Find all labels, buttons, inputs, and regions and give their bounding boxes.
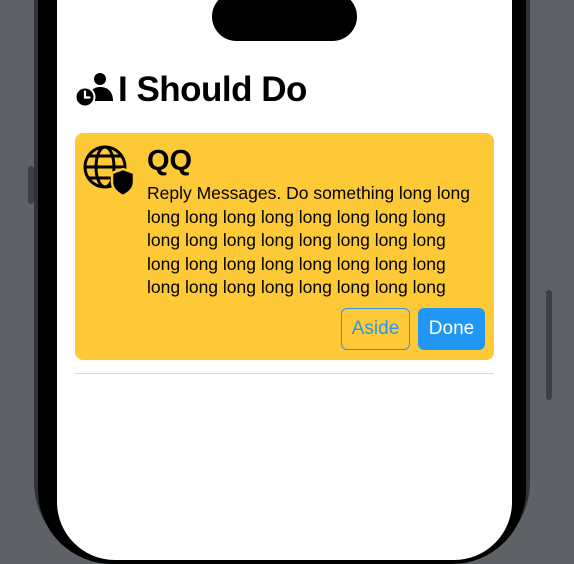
aside-button[interactable]: Aside	[341, 308, 410, 350]
task-card[interactable]: QQ Reply Messages. Do something long lon…	[75, 133, 494, 360]
card-title: QQ	[147, 145, 193, 177]
side-button	[546, 290, 552, 400]
list-divider	[75, 373, 494, 374]
page-header: I Should Do	[74, 66, 307, 114]
page-title: I Should Do	[118, 70, 307, 109]
globe-shield-icon	[83, 145, 136, 197]
done-button[interactable]: Done	[418, 308, 485, 350]
card-description: Reply Messages. Do something long long l…	[147, 183, 470, 297]
person-clock-icon	[74, 73, 113, 108]
dynamic-island	[212, 0, 357, 41]
